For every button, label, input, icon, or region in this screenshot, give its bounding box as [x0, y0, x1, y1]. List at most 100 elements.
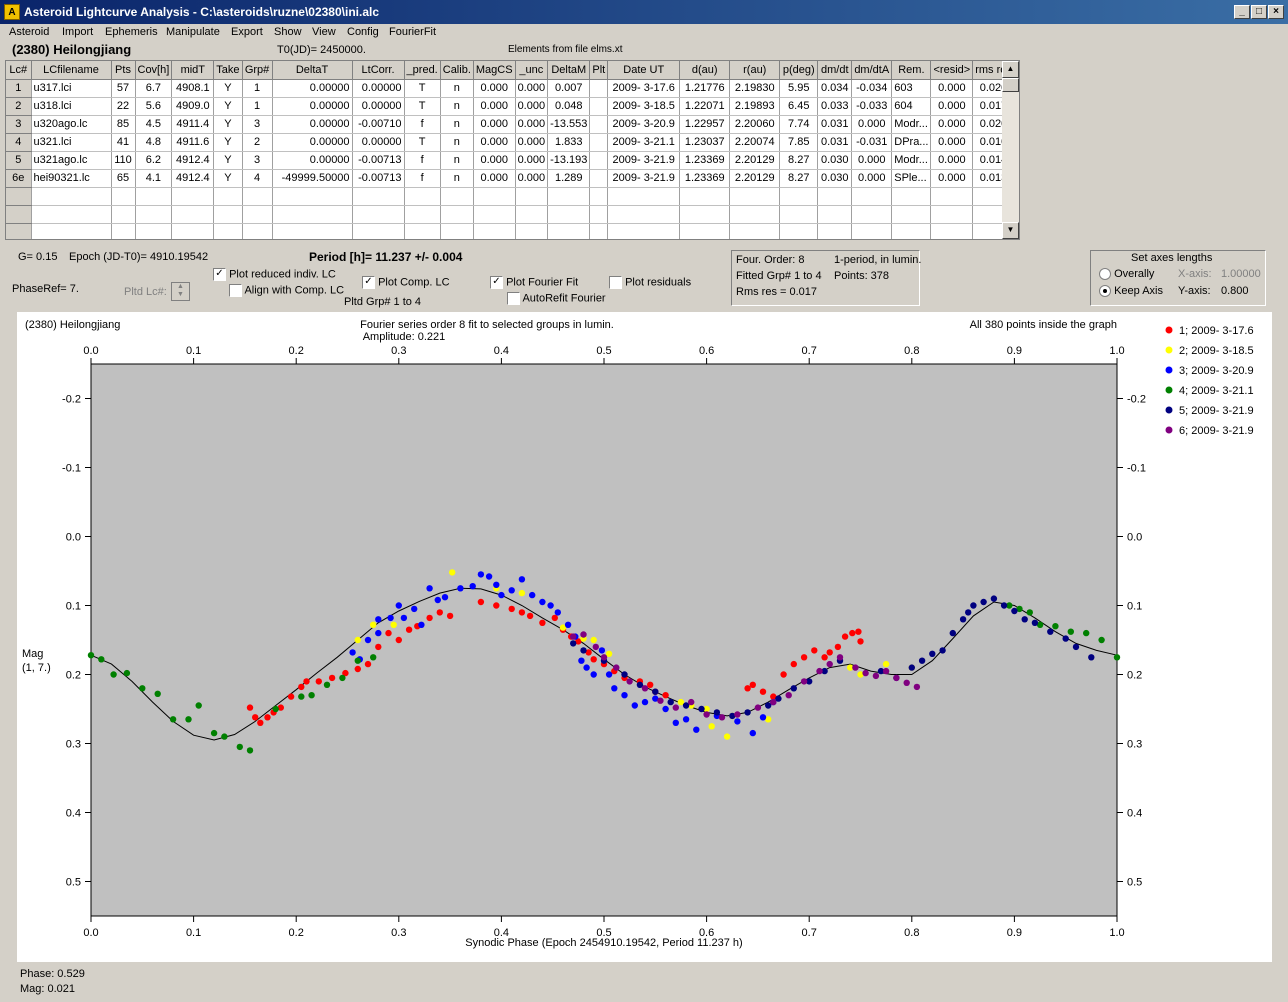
column-header[interactable]: MagCS: [473, 61, 516, 80]
empty-row[interactable]: [6, 223, 1015, 239]
column-header[interactable]: _unc: [515, 61, 549, 80]
table-cell[interactable]: 41: [111, 133, 136, 152]
table-cell[interactable]: 1: [6, 79, 32, 98]
empty-cell[interactable]: [213, 205, 243, 224]
table-cell[interactable]: n: [440, 151, 474, 170]
table-cell[interactable]: 0.007: [547, 79, 591, 98]
column-header[interactable]: Rem.: [891, 61, 932, 80]
column-header[interactable]: DeltaM: [547, 61, 591, 80]
table-cell[interactable]: 0.000: [515, 133, 549, 152]
menu-asteroid[interactable]: Asteroid: [9, 26, 49, 38]
empty-cell[interactable]: [547, 205, 591, 224]
table-cell[interactable]: f: [404, 151, 441, 170]
table-cell[interactable]: 6.2: [135, 151, 173, 170]
table-cell[interactable]: SPle...: [891, 169, 932, 188]
table-cell[interactable]: 2009- 3-21.1: [607, 133, 681, 152]
empty-cell[interactable]: [31, 205, 112, 224]
empty-cell[interactable]: [607, 205, 681, 224]
plot-reduced-checkbox[interactable]: ✓ Plot reduced indiv. LC: [213, 268, 336, 281]
empty-cell[interactable]: [352, 223, 405, 239]
table-cell[interactable]: 4908.1: [171, 79, 215, 98]
table-cell[interactable]: [589, 169, 609, 188]
table-cell[interactable]: T: [404, 133, 441, 152]
column-header[interactable]: LCfilename: [31, 61, 112, 80]
empty-cell[interactable]: [272, 205, 353, 224]
empty-cell[interactable]: [242, 187, 273, 206]
table-cell[interactable]: [589, 79, 609, 98]
empty-row[interactable]: [6, 205, 1015, 224]
x-axis-value[interactable]: 1.00000: [1221, 268, 1261, 280]
table-cell[interactable]: 8.27: [779, 151, 819, 170]
align-comp-checkbox[interactable]: Align with Comp. LC: [229, 284, 344, 297]
table-cell[interactable]: 4.8: [135, 133, 173, 152]
empty-cell[interactable]: [135, 205, 173, 224]
table-cell[interactable]: 7.74: [779, 115, 819, 134]
empty-cell[interactable]: [930, 205, 974, 224]
empty-cell[interactable]: [111, 223, 136, 239]
table-cell[interactable]: -0.00710: [352, 115, 405, 134]
empty-cell[interactable]: [404, 187, 441, 206]
empty-cell[interactable]: [589, 187, 609, 206]
table-cell[interactable]: 2009- 3-18.5: [607, 97, 681, 116]
table-cell[interactable]: 0.000: [473, 133, 516, 152]
table-cell[interactable]: Modr...: [891, 115, 932, 134]
table-cell[interactable]: 4912.4: [171, 169, 215, 188]
empty-cell[interactable]: [817, 205, 853, 224]
table-cell[interactable]: 4909.0: [171, 97, 215, 116]
table-cell[interactable]: DPra...: [891, 133, 932, 152]
column-header[interactable]: r(au): [729, 61, 781, 80]
table-cell[interactable]: n: [440, 79, 474, 98]
table-cell[interactable]: [589, 97, 609, 116]
table-cell[interactable]: u318.lci: [31, 97, 112, 116]
empty-cell[interactable]: [729, 223, 781, 239]
table-scrollbar[interactable]: ▲ ▼: [1002, 61, 1019, 239]
empty-cell[interactable]: [352, 187, 405, 206]
table-cell[interactable]: Y: [213, 79, 243, 98]
keep-axis-radio[interactable]: Keep Axis: [1099, 285, 1163, 298]
column-header[interactable]: DeltaT: [272, 61, 353, 80]
table-cell[interactable]: 0.000: [473, 79, 516, 98]
table-cell[interactable]: f: [404, 115, 441, 134]
table-cell[interactable]: u321.lci: [31, 133, 112, 152]
table-cell[interactable]: 0.000: [930, 97, 974, 116]
column-header[interactable]: _pred.: [404, 61, 441, 80]
column-header[interactable]: d(au): [679, 61, 731, 80]
table-cell[interactable]: -49999.50000: [272, 169, 353, 188]
table-cell[interactable]: -0.00713: [352, 151, 405, 170]
table-row[interactable]: 5 u321ago.lc 110 6.2 4912.4 Y 3 0.00000 -0.00713…: [6, 151, 1015, 170]
empty-cell[interactable]: [779, 187, 819, 206]
empty-cell[interactable]: [779, 223, 819, 239]
table-cell[interactable]: n: [440, 115, 474, 134]
column-header[interactable]: midT: [171, 61, 215, 80]
table-cell[interactable]: 603: [891, 79, 932, 98]
empty-cell[interactable]: [851, 205, 893, 224]
empty-cell[interactable]: [817, 223, 853, 239]
empty-cell[interactable]: [404, 205, 441, 224]
column-header[interactable]: Lc#: [6, 61, 32, 80]
empty-cell[interactable]: [473, 187, 516, 206]
table-cell[interactable]: 1.22071: [679, 97, 731, 116]
table-cell[interactable]: 3: [242, 115, 273, 134]
table-cell[interactable]: 0.048: [547, 97, 591, 116]
menu-config[interactable]: Config: [347, 26, 379, 38]
table-cell[interactable]: 604: [891, 97, 932, 116]
table-cell[interactable]: 6.7: [135, 79, 173, 98]
table-cell[interactable]: 4.1: [135, 169, 173, 188]
plot-area[interactable]: [90, 363, 1118, 917]
table-cell[interactable]: 0.000: [515, 79, 549, 98]
empty-cell[interactable]: [679, 187, 731, 206]
close-button[interactable]: ×: [1268, 5, 1284, 19]
empty-cell[interactable]: [607, 187, 681, 206]
column-header[interactable]: LtCorr.: [352, 61, 405, 80]
table-cell[interactable]: 6e: [6, 169, 32, 188]
table-cell[interactable]: 0.00000: [272, 79, 353, 98]
column-header[interactable]: Date UT: [607, 61, 681, 80]
table-cell[interactable]: 4.5: [135, 115, 173, 134]
table-cell[interactable]: 1: [242, 79, 273, 98]
table-cell[interactable]: 0.033: [817, 97, 853, 116]
table-cell[interactable]: -13.553: [547, 115, 591, 134]
table-cell[interactable]: u317.lci: [31, 79, 112, 98]
column-header[interactable]: Plt: [589, 61, 609, 80]
table-cell[interactable]: 1.22957: [679, 115, 731, 134]
table-cell[interactable]: 4: [6, 133, 32, 152]
